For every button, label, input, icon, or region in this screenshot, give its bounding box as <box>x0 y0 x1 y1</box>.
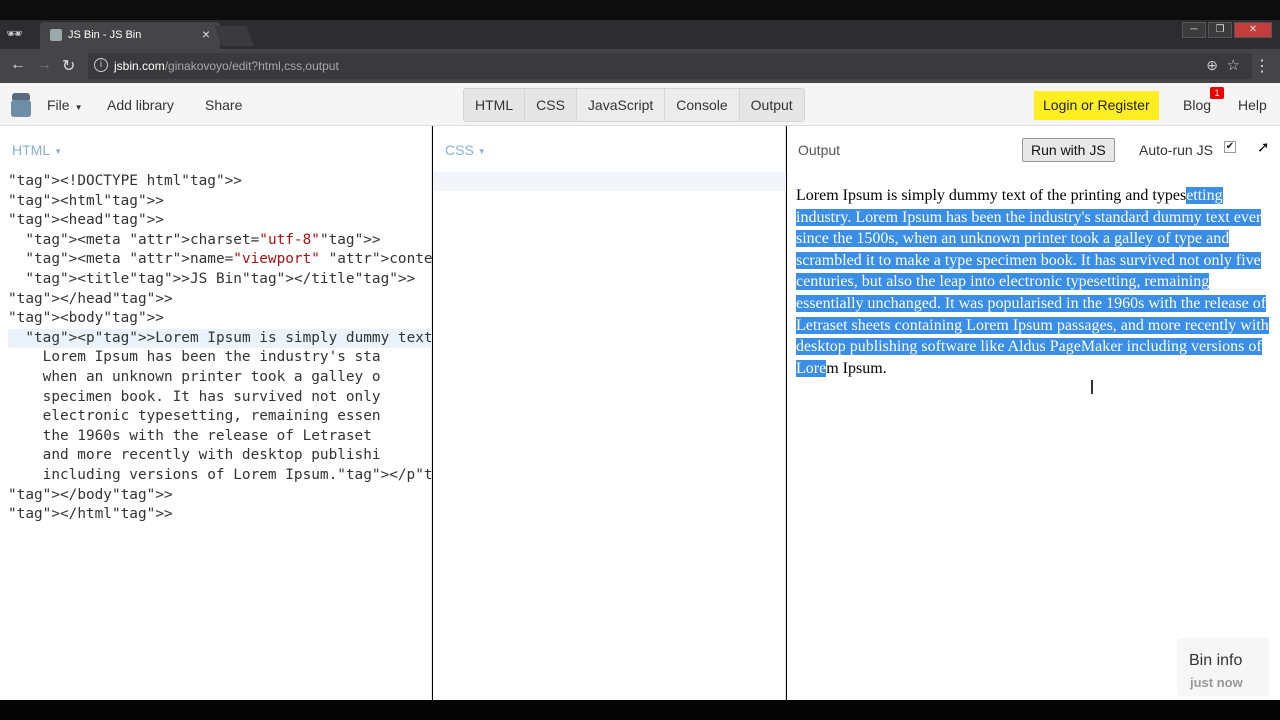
code-line[interactable]: "tag"><p"tag">>Lorem Ipsum is simply dum… <box>8 328 432 349</box>
autorun-label: Auto-run JS <box>1139 142 1213 158</box>
code-line[interactable]: electronic typesetting, remaining essen <box>8 407 432 427</box>
panel-toggle-output[interactable]: Output <box>739 89 804 121</box>
blog-notification-badge: 1 <box>1210 87 1224 99</box>
tab-title: JS Bin - JS Bin <box>68 29 142 41</box>
output-panel[interactable]: Output Run with JS Auto-run JS ✔ ➚ Lorem… <box>787 126 1280 700</box>
panel-toggle-css[interactable]: CSS <box>525 89 577 121</box>
code-line[interactable]: including versions of Lorem Ipsum."tag">… <box>8 466 432 486</box>
code-line[interactable]: the 1960s with the release of Letraset <box>8 427 432 447</box>
code-line[interactable]: "tag"></html"tag">> <box>8 505 432 525</box>
maximize-button[interactable]: ❐ <box>1208 22 1232 38</box>
code-line[interactable]: "tag"><meta "attr">name="viewport" "attr… <box>8 250 432 270</box>
app-root: 🕶 JS Bin - JS Bin × ─ ❐ ✕ ← → ↻ i jsbin.… <box>0 0 1280 720</box>
html-panel[interactable]: HTML ▼ "tag"><!DOCTYPE html"tag">> "tag"><… <box>0 126 432 700</box>
url-field[interactable]: i jsbin.com/ginakovoyo/edit?html,css,out… <box>88 53 1252 79</box>
panel-toggle-html[interactable]: HTML <box>464 89 526 121</box>
address-bar: ← → ↻ i jsbin.com/ginakovoyo/edit?html,c… <box>0 49 1280 83</box>
code-line[interactable]: "tag"><html"tag">> <box>8 192 432 212</box>
code-line[interactable]: "tag"></head"tag">> <box>8 290 432 310</box>
bookmark-star-icon[interactable]: ☆ <box>1227 56 1240 74</box>
info-icon[interactable]: i <box>94 58 108 72</box>
popout-arrow-icon[interactable]: ➚ <box>1257 138 1270 156</box>
output-panel-label: Output <box>798 142 841 158</box>
add-library-button[interactable]: Add library <box>107 97 174 113</box>
back-arrow-icon[interactable]: ← <box>10 56 26 74</box>
code-line[interactable]: "tag"></body"tag">> <box>8 486 432 506</box>
forward-arrow-icon[interactable]: → <box>36 56 52 74</box>
selected-text: etting industry. Lorem Ipsum has been th… <box>796 187 1269 377</box>
autorun-checkbox[interactable]: ✔ <box>1224 141 1236 153</box>
bin-info-time: just now <box>1190 675 1243 690</box>
url-text: jsbin.com/ginakovoyo/edit?html,css,outpu… <box>114 59 339 73</box>
code-line[interactable]: "tag"><title"tag">>JS Bin"tag"></title"t… <box>8 270 432 290</box>
code-line[interactable]: Lorem Ipsum has been the industry's sta <box>8 348 432 368</box>
bin-info-title: Bin info <box>1189 652 1243 669</box>
html-code-editor[interactable]: "tag"><!DOCTYPE html"tag">> "tag"><html"t… <box>8 172 432 525</box>
screen-bottom-bar <box>0 700 1280 720</box>
reload-icon[interactable]: ↻ <box>62 56 75 76</box>
panel-toggle-javascript[interactable]: JavaScript <box>576 89 666 121</box>
jsbin-toolbar: File ▼ Add library Share HTML CSS JavaScr… <box>0 83 1280 126</box>
blog-link[interactable]: Blog <box>1183 97 1211 113</box>
code-line[interactable]: "tag"><head"tag">> <box>8 211 432 231</box>
panel-toggle-group: HTML CSS JavaScript Console Output <box>463 88 805 122</box>
browser-tab[interactable]: JS Bin - JS Bin × <box>40 22 220 49</box>
screen-top-bar <box>0 0 1280 20</box>
code-line[interactable]: "tag"><meta "attr">charset="utf-8""tag">… <box>8 231 432 251</box>
zoom-icon[interactable]: ⊕ <box>1206 57 1218 74</box>
code-line[interactable]: "tag"><!DOCTYPE html"tag">> <box>8 172 432 192</box>
window-close-button[interactable]: ✕ <box>1234 22 1272 38</box>
incognito-icon: 🕶 <box>6 26 23 41</box>
css-panel-label[interactable]: CSS ▼ <box>445 142 486 158</box>
tab-close-icon[interactable]: × <box>202 26 210 42</box>
login-register-button[interactable]: Login or Register <box>1034 91 1159 120</box>
minimize-button[interactable]: ─ <box>1182 22 1206 38</box>
browser-menu-icon[interactable]: ⋮ <box>1254 56 1270 76</box>
html-panel-label[interactable]: HTML ▼ <box>12 142 62 158</box>
code-line[interactable]: when an unknown printer took a galley o <box>8 368 432 388</box>
file-menu[interactable]: File ▼ <box>47 97 82 113</box>
help-link[interactable]: Help <box>1238 97 1267 113</box>
code-line[interactable]: and more recently with desktop publishi <box>8 446 432 466</box>
jsbin-favicon-icon <box>50 29 62 41</box>
jsbin-logo-icon[interactable] <box>10 93 32 117</box>
run-with-js-button[interactable]: Run with JS <box>1022 138 1115 162</box>
code-line[interactable]: specimen book. It has survived not only <box>8 388 432 408</box>
browser-tab-strip: 🕶 JS Bin - JS Bin × ─ ❐ ✕ <box>0 20 1280 49</box>
output-paragraph[interactable]: Lorem Ipsum is simply dummy text of the … <box>796 185 1274 379</box>
panel-toggle-console[interactable]: Console <box>665 89 740 121</box>
bin-info-panel[interactable]: Bin info just now <box>1177 638 1269 696</box>
text-cursor-icon <box>1091 380 1093 394</box>
share-button[interactable]: Share <box>205 97 242 113</box>
css-panel[interactable]: CSS ▼ <box>433 126 786 700</box>
code-line[interactable]: "tag"><body"tag">> <box>8 309 432 329</box>
new-tab-button[interactable] <box>214 26 254 46</box>
css-active-line <box>433 172 786 191</box>
